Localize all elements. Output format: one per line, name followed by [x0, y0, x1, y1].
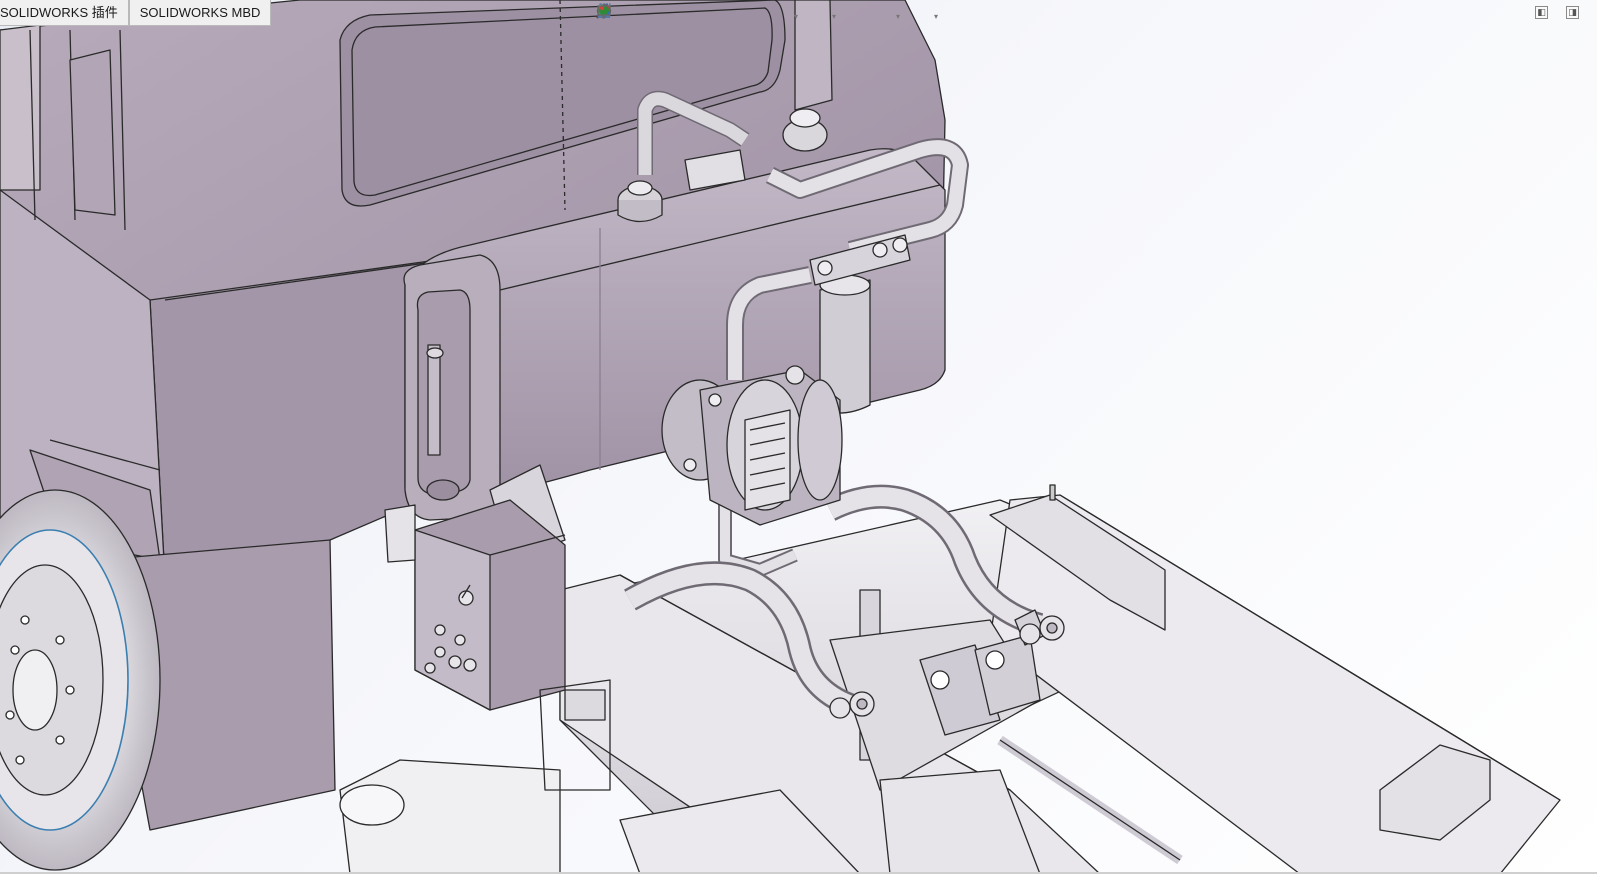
edit-appearance-icon[interactable] [597, 4, 864, 27]
tab-solidworks-mbd[interactable]: SOLIDWORKS MBD [128, 0, 272, 26]
heads-up-view-toolbar: ▾ ▾ ▾ ▾ [596, 3, 940, 29]
window-controls: ◧ ◨ [1535, 6, 1579, 19]
chevron-down-icon[interactable]: ▾ [894, 12, 902, 21]
chevron-down-icon[interactable]: ▾ [830, 12, 838, 21]
view-orientation-icon[interactable] [597, 4, 748, 27]
restore-down-icon[interactable]: ◧ [1535, 6, 1548, 19]
dynamic-annotation-views-icon[interactable] [597, 4, 722, 27]
hide-show-items-icon[interactable] [596, 5, 826, 27]
gear-pump [661, 365, 843, 526]
zoom-to-area-icon[interactable] [596, 3, 644, 27]
graphics-area[interactable]: SOLIDWORKS 插件 SOLIDWORKS MBD ▾ ▾ ▾ ▾ ◧ ◨ [0, 0, 1597, 874]
display-style-icon[interactable] [598, 5, 788, 27]
previous-view-icon[interactable] [597, 5, 670, 27]
command-manager-tabs: SOLIDWORKS 插件 SOLIDWORKS MBD [0, 0, 272, 28]
section-view-icon[interactable] [597, 4, 696, 27]
tab-solidworks-addins[interactable]: SOLIDWORKS 插件 [0, 0, 129, 26]
chevron-down-icon[interactable]: ▾ [932, 12, 940, 21]
model-view[interactable] [0, 0, 1597, 874]
view-settings-icon[interactable] [597, 5, 928, 27]
maximize-icon[interactable]: ◨ [1566, 6, 1579, 19]
apply-scene-icon[interactable] [598, 5, 890, 27]
chevron-down-icon[interactable]: ▾ [792, 12, 800, 21]
